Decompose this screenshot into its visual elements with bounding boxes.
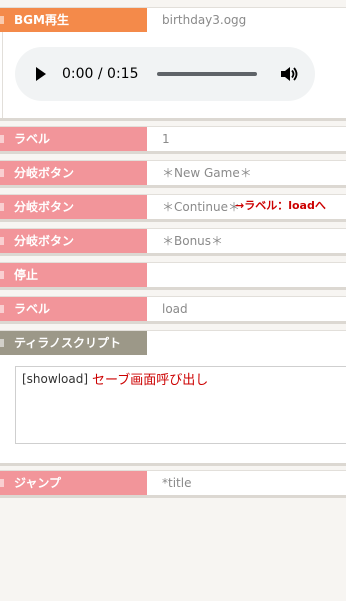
bgm-row[interactable]: BGM再生 birthday3.ogg: [0, 7, 346, 35]
script-code: [showload]: [22, 372, 89, 386]
jump-row[interactable]: ジャンプ *title: [0, 470, 346, 498]
branch-row-continue[interactable]: 分岐ボタン ＊Continue＊ →ラベル：loadへ: [0, 194, 346, 222]
audio-progress-track[interactable]: [157, 72, 257, 76]
script-annotation: セーブ画面呼び出し: [92, 373, 209, 388]
stop-tag: 停止: [0, 263, 147, 287]
bgm-tag: BGM再生: [0, 8, 147, 32]
stop-row[interactable]: 停止: [0, 262, 346, 290]
script-panel: ティラノスクリプト [showload] セーブ画面呼び出し: [0, 330, 346, 466]
label-row-1[interactable]: ラベル 1: [0, 126, 346, 154]
branch-value[interactable]: ＊Continue＊: [162, 195, 240, 219]
audio-player[interactable]: 0:00 / 0:15: [15, 47, 315, 101]
branch-value[interactable]: ＊Bonus＊: [162, 229, 223, 253]
label-tag: ラベル: [0, 297, 147, 321]
label-value[interactable]: load: [162, 297, 188, 321]
jump-tag: ジャンプ: [0, 471, 147, 495]
script-tag: ティラノスクリプト: [0, 331, 147, 355]
label-value[interactable]: 1: [162, 127, 170, 151]
branch-value[interactable]: ＊New Game＊: [162, 161, 252, 185]
audio-time: 0:00 / 0:15: [62, 66, 139, 82]
branch-row-bonus[interactable]: 分岐ボタン ＊Bonus＊: [0, 228, 346, 256]
audio-panel: 0:00 / 0:15: [0, 32, 346, 121]
jump-value[interactable]: *title: [162, 471, 191, 495]
label-row-load[interactable]: ラベル load: [0, 296, 346, 324]
play-icon[interactable]: [36, 67, 46, 81]
branch-tag: 分岐ボタン: [0, 195, 147, 219]
branch-row-new-game[interactable]: 分岐ボタン ＊New Game＊: [0, 160, 346, 188]
volume-icon[interactable]: [279, 64, 299, 84]
bgm-file-value[interactable]: birthday3.ogg: [162, 8, 246, 32]
branch-tag: 分岐ボタン: [0, 229, 147, 253]
branch-tag: 分岐ボタン: [0, 161, 147, 185]
continue-annotation: →ラベル：loadへ: [235, 199, 326, 212]
label-tag: ラベル: [0, 127, 147, 151]
